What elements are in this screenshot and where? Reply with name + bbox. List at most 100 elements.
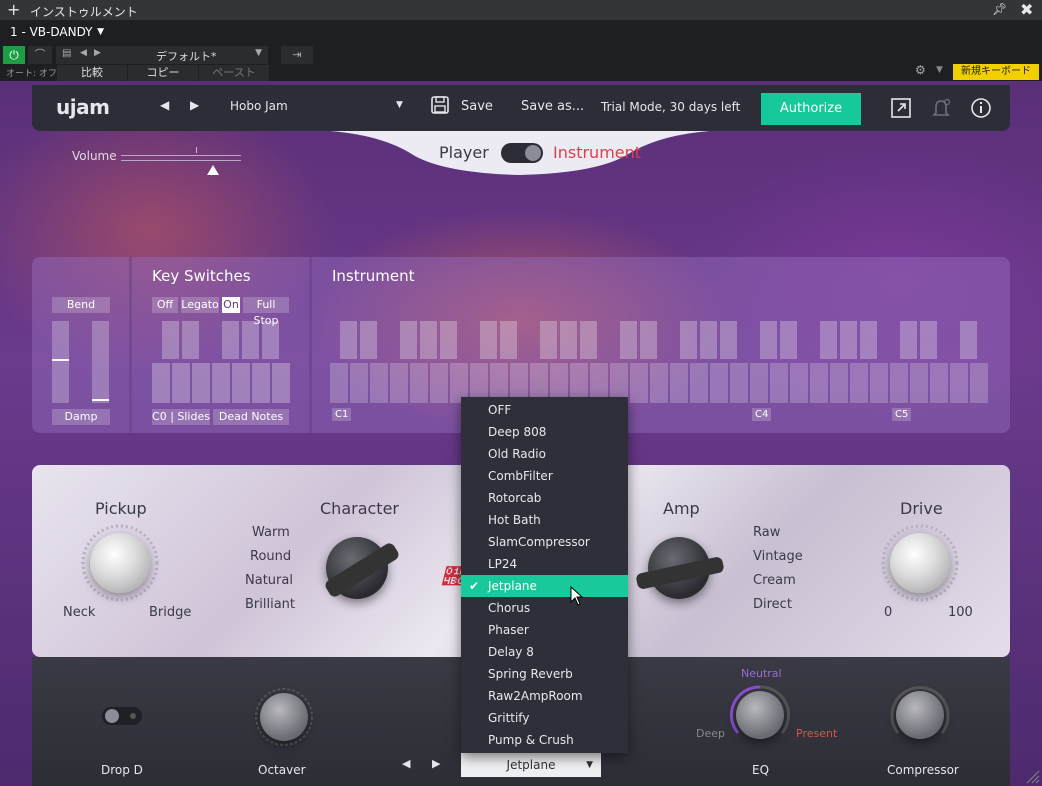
- piano-black-key[interactable]: [700, 321, 717, 359]
- key-switch-key[interactable]: [262, 321, 279, 359]
- piano-white-key[interactable]: [410, 363, 428, 403]
- preset-name[interactable]: Hobo Jam: [230, 99, 288, 113]
- fx-select[interactable]: Jetplane ▼: [461, 753, 601, 777]
- bell-icon[interactable]: [930, 97, 952, 119]
- piano-black-key[interactable]: [620, 321, 637, 359]
- piano-white-key[interactable]: [630, 363, 648, 403]
- fx-menu-item[interactable]: Grittify: [461, 707, 628, 729]
- next-preset-icon[interactable]: ▶: [190, 98, 199, 112]
- fx-menu-item[interactable]: Hot Bath: [461, 509, 628, 531]
- key-switch-key[interactable]: [272, 363, 290, 403]
- key-switch-key[interactable]: [242, 321, 259, 359]
- piano-white-key[interactable]: [430, 363, 448, 403]
- switch-legato[interactable]: Legato: [181, 297, 219, 313]
- fx-menu-item[interactable]: CombFilter: [461, 465, 628, 487]
- instrument-mode-label[interactable]: Instrument: [553, 143, 641, 162]
- damp-slider[interactable]: [92, 321, 109, 403]
- piano-black-key[interactable]: [760, 321, 777, 359]
- piano-black-key[interactable]: [920, 321, 937, 359]
- volume-slider[interactable]: [121, 155, 241, 161]
- pin-icon[interactable]: 📌︎: [992, 2, 1007, 16]
- piano-white-key[interactable]: [330, 363, 348, 403]
- piano-white-key[interactable]: [670, 363, 688, 403]
- piano-white-key[interactable]: [710, 363, 728, 403]
- key-switch-key[interactable]: [152, 363, 170, 403]
- instrument-select[interactable]: 1 - VB-DANDY ▼: [4, 22, 114, 42]
- piano-white-key[interactable]: [750, 363, 768, 403]
- piano-white-key[interactable]: [890, 363, 908, 403]
- next-fx-icon[interactable]: ▶: [432, 757, 440, 770]
- player-mode-label[interactable]: Player: [439, 143, 489, 162]
- pickup-knob[interactable]: [90, 533, 150, 593]
- piano-white-key[interactable]: [830, 363, 848, 403]
- piano-black-key[interactable]: [960, 321, 977, 359]
- automation-label[interactable]: オート: オフ: [6, 66, 57, 79]
- power-button[interactable]: ⏻: [3, 46, 25, 64]
- switch-off[interactable]: Off: [152, 297, 178, 313]
- paste-button[interactable]: ペースト: [199, 65, 269, 81]
- piano-black-key[interactable]: [780, 321, 797, 359]
- piano-black-key[interactable]: [340, 321, 357, 359]
- key-switch-key[interactable]: [232, 363, 250, 403]
- piano-white-key[interactable]: [970, 363, 988, 403]
- new-keyboard-button[interactable]: 新規キーボード: [953, 64, 1039, 80]
- piano-black-key[interactable]: [440, 321, 457, 359]
- next-preset-icon[interactable]: ▶: [94, 48, 101, 58]
- prev-preset-icon[interactable]: ◀: [80, 48, 87, 58]
- close-icon[interactable]: ✖: [1020, 0, 1033, 19]
- piano-white-key[interactable]: [810, 363, 828, 403]
- switch-on[interactable]: On: [222, 297, 240, 313]
- key-switch-key[interactable]: [172, 363, 190, 403]
- save-as-button[interactable]: Save as...: [521, 99, 584, 114]
- piano-white-key[interactable]: [950, 363, 968, 403]
- piano-black-key[interactable]: [900, 321, 917, 359]
- eq-knob[interactable]: [736, 691, 784, 739]
- prev-preset-icon[interactable]: ◀: [160, 98, 169, 112]
- drop-d-toggle[interactable]: [102, 707, 142, 725]
- piano-black-key[interactable]: [360, 321, 377, 359]
- key-switch-key[interactable]: [252, 363, 270, 403]
- ab-compare-icon[interactable]: ⌒: [28, 46, 52, 64]
- fx-menu-item[interactable]: Pump & Crush: [461, 729, 628, 751]
- piano-black-key[interactable]: [640, 321, 657, 359]
- piano-white-key[interactable]: [650, 363, 668, 403]
- document-icon[interactable]: ▤: [62, 48, 71, 59]
- amp-raw[interactable]: Raw: [753, 525, 780, 540]
- piano-white-key[interactable]: [690, 363, 708, 403]
- character-natural[interactable]: Natural: [245, 573, 293, 588]
- fx-menu-item[interactable]: OFF: [461, 399, 628, 421]
- piano-white-key[interactable]: [370, 363, 388, 403]
- save-button[interactable]: Save: [461, 99, 493, 114]
- piano-black-key[interactable]: [680, 321, 697, 359]
- piano-white-key[interactable]: [850, 363, 868, 403]
- amp-cream[interactable]: Cream: [753, 573, 796, 588]
- resize-grip-icon[interactable]: [1024, 768, 1040, 784]
- fx-menu-item[interactable]: Old Radio: [461, 443, 628, 465]
- piano-white-key[interactable]: [770, 363, 788, 403]
- compare-button[interactable]: 比較: [57, 65, 127, 81]
- expand-icon[interactable]: [890, 97, 912, 119]
- key-switch-key[interactable]: [182, 321, 199, 359]
- fx-menu-item[interactable]: SlamCompressor: [461, 531, 628, 553]
- key-switch-key[interactable]: [212, 363, 230, 403]
- piano-black-key[interactable]: [820, 321, 837, 359]
- piano-black-key[interactable]: [840, 321, 857, 359]
- character-brilliant[interactable]: Brilliant: [245, 597, 295, 612]
- fx-menu-item[interactable]: Rotorcab: [461, 487, 628, 509]
- piano-black-key[interactable]: [480, 321, 497, 359]
- piano-black-key[interactable]: [400, 321, 417, 359]
- forward-icon[interactable]: ⇥: [281, 46, 313, 64]
- drive-knob[interactable]: [890, 533, 950, 593]
- info-icon[interactable]: [970, 97, 992, 119]
- piano-white-key[interactable]: [930, 363, 948, 403]
- amp-vintage[interactable]: Vintage: [753, 549, 803, 564]
- authorize-button[interactable]: Authorize: [761, 93, 861, 125]
- fx-menu-item[interactable]: Delay 8: [461, 641, 628, 663]
- key-switch-key[interactable]: [162, 321, 179, 359]
- piano-white-key[interactable]: [730, 363, 748, 403]
- piano-black-key[interactable]: [560, 321, 577, 359]
- bend-slider[interactable]: [52, 321, 69, 403]
- prev-fx-icon[interactable]: ◀: [402, 757, 410, 770]
- piano-black-key[interactable]: [420, 321, 437, 359]
- fx-menu-item[interactable]: Phaser: [461, 619, 628, 641]
